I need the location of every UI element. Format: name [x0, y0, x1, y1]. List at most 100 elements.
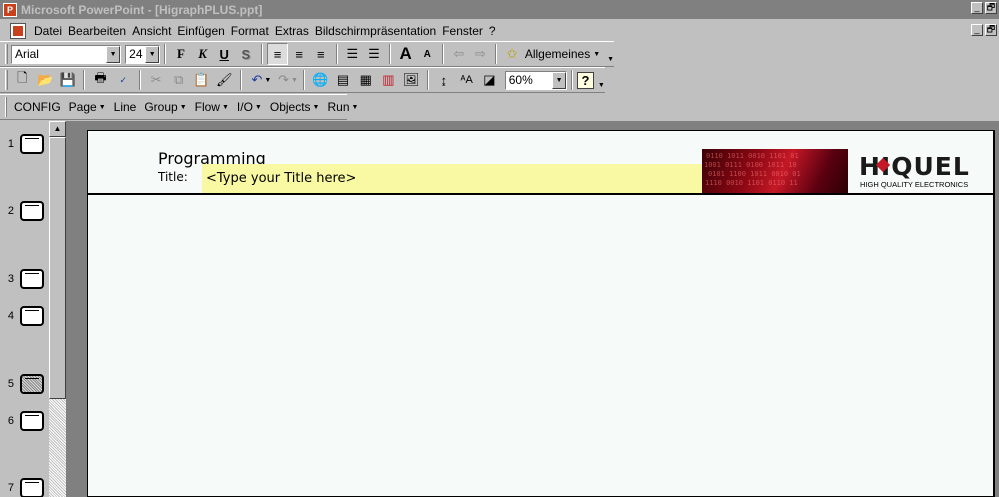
- star-animation-icon[interactable]: ✩: [501, 43, 523, 65]
- align-right-icon[interactable]: ≡: [310, 43, 332, 65]
- chevron-down-icon[interactable]: ▼: [552, 71, 567, 89]
- chevron-down-icon[interactable]: ▼: [145, 45, 160, 63]
- document-icon[interactable]: [10, 22, 26, 39]
- copy-icon[interactable]: ⧉: [167, 69, 190, 91]
- title-label: Title:: [158, 170, 188, 184]
- menu-help[interactable]: ?: [486, 24, 499, 38]
- paste-icon[interactable]: 📋: [190, 69, 213, 91]
- toolbar-overflow-icon[interactable]: ▼: [598, 82, 605, 89]
- align-left-icon[interactable]: ≡: [266, 43, 289, 65]
- toolbar-separator: [495, 44, 498, 64]
- save-icon[interactable]: 💾: [56, 69, 79, 91]
- font-name-combo[interactable]: Arial ▼: [10, 44, 122, 64]
- scroll-up-icon[interactable]: ▲: [49, 121, 66, 137]
- cut-icon[interactable]: ✂: [145, 69, 168, 91]
- chevron-down-icon[interactable]: ▼: [264, 77, 272, 84]
- insert-clipart-icon[interactable]: 🖼: [400, 69, 423, 91]
- page-menu[interactable]: Page ▼: [65, 100, 110, 114]
- slide-icon[interactable]: [20, 478, 44, 497]
- bold-button[interactable]: F: [170, 43, 192, 65]
- menu-fenster[interactable]: Fenster: [439, 24, 486, 38]
- insert-table-icon[interactable]: ▦: [354, 69, 377, 91]
- menu-einfuegen[interactable]: Einfügen: [174, 24, 227, 38]
- increase-font-size-button[interactable]: A: [395, 43, 417, 65]
- decrease-font-size-button[interactable]: A: [416, 43, 438, 65]
- toolbar-grip[interactable]: [5, 97, 7, 117]
- spellcheck-icon[interactable]: ✓: [112, 69, 135, 91]
- menu-bildschirmpraesentation[interactable]: Bildschirmpräsentation: [312, 24, 439, 38]
- toolbar-grip[interactable]: [5, 70, 8, 90]
- title-input-field[interactable]: <Type your Title here>: [202, 164, 702, 193]
- menu-datei[interactable]: Datei: [31, 24, 65, 38]
- insert-chart-icon[interactable]: ▥: [377, 69, 400, 91]
- outline-scrollbar[interactable]: ▲: [49, 121, 66, 497]
- office-assistant-help-button[interactable]: ?: [577, 71, 594, 89]
- chevron-down-icon[interactable]: ▼: [593, 51, 600, 58]
- slide-icon[interactable]: [20, 269, 44, 289]
- print-icon[interactable]: 🖶: [89, 69, 112, 91]
- insert-slide-icon[interactable]: ▤: [332, 69, 355, 91]
- slide-icon[interactable]: [20, 134, 44, 154]
- underline-button[interactable]: U: [213, 43, 235, 65]
- config-menu[interactable]: CONFIG: [10, 100, 65, 114]
- shadow-button[interactable]: S: [235, 43, 257, 65]
- outline-slide-item-selected[interactable]: 5: [0, 374, 44, 394]
- menu-extras[interactable]: Extras: [272, 24, 312, 38]
- outline-slide-item[interactable]: 6: [0, 411, 44, 431]
- numbered-list-icon[interactable]: ☰: [342, 43, 364, 65]
- page-label: Page: [68, 100, 97, 114]
- group-label: Group: [144, 100, 178, 114]
- new-document-icon[interactable]: 🗋: [11, 69, 34, 91]
- zoom-combo[interactable]: 60% ▼: [504, 70, 568, 90]
- outline-slide-item[interactable]: 4: [0, 306, 44, 326]
- web-globe-icon[interactable]: 🌐: [309, 69, 332, 91]
- chevron-down-icon[interactable]: ▼: [291, 77, 299, 84]
- objects-menu[interactable]: Objects ▼: [266, 100, 324, 114]
- run-menu[interactable]: Run ▼: [323, 100, 362, 114]
- show-formatting-icon[interactable]: ᴬA: [455, 69, 478, 91]
- io-menu[interactable]: I/O ▼: [233, 100, 266, 114]
- demote-arrow-icon[interactable]: ⇨: [470, 43, 492, 65]
- chevron-down-icon[interactable]: ▼: [106, 45, 121, 63]
- open-folder-icon[interactable]: 📂: [34, 69, 57, 91]
- promote-arrow-icon[interactable]: ⇦: [448, 43, 470, 65]
- doc-restore-button[interactable]: 🗗: [985, 24, 997, 36]
- menu-format[interactable]: Format: [228, 24, 272, 38]
- formatting-toolbar: Arial ▼ 24 ▼ F K U S ≡ ≡ ≡ ☰ ☰ A A ⇦ ⇨ ✩…: [0, 41, 614, 67]
- outline-slide-item[interactable]: 3: [0, 269, 44, 289]
- format-painter-icon[interactable]: 🖌: [213, 69, 236, 91]
- scrollbar-track[interactable]: [49, 399, 66, 497]
- line-menu[interactable]: Line: [110, 100, 141, 114]
- outline-slide-item[interactable]: 1: [0, 134, 44, 154]
- slide-outline-pane: 1 2 3 4 5 6 7: [0, 121, 49, 497]
- expand-all-icon[interactable]: ↨: [433, 69, 456, 91]
- toolbar-overflow-icon[interactable]: ▼: [607, 56, 614, 63]
- powerpoint-app-icon[interactable]: P: [3, 2, 17, 17]
- outline-slide-item[interactable]: 7: [0, 478, 44, 497]
- slide-canvas[interactable]: Programming Title: <Type your Title here…: [87, 130, 995, 497]
- italic-button[interactable]: K: [192, 43, 214, 65]
- flow-menu[interactable]: Flow ▼: [191, 100, 233, 114]
- slide-icon[interactable]: [20, 411, 44, 431]
- slide-number: 6: [7, 415, 14, 427]
- window-title: Microsoft PowerPoint - [HigraphPLUS.ppt]: [21, 2, 263, 17]
- slide-icon[interactable]: [20, 374, 44, 394]
- align-center-icon[interactable]: ≡: [288, 43, 310, 65]
- menu-ansicht[interactable]: Ansicht: [129, 24, 174, 38]
- toolbar-grip[interactable]: [5, 44, 8, 64]
- font-size-combo[interactable]: 24 ▼: [125, 44, 161, 64]
- doc-minimize-button[interactable]: _: [971, 24, 983, 36]
- menu-bearbeiten[interactable]: Bearbeiten: [65, 24, 129, 38]
- black-white-view-icon[interactable]: ◪: [478, 69, 501, 91]
- restore-button[interactable]: 🗗: [985, 2, 997, 14]
- group-menu[interactable]: Group ▼: [140, 100, 190, 114]
- minimize-button[interactable]: _: [971, 2, 983, 14]
- slide-number: 2: [7, 205, 14, 217]
- slide-number: 5: [7, 378, 14, 390]
- slide-icon[interactable]: [20, 306, 44, 326]
- scrollbar-thumb[interactable]: [49, 137, 66, 399]
- bulleted-list-icon[interactable]: ☰: [363, 43, 385, 65]
- slide-icon[interactable]: [20, 201, 44, 221]
- animation-style-label[interactable]: Allgemeines: [525, 47, 590, 61]
- outline-slide-item[interactable]: 2: [0, 201, 44, 221]
